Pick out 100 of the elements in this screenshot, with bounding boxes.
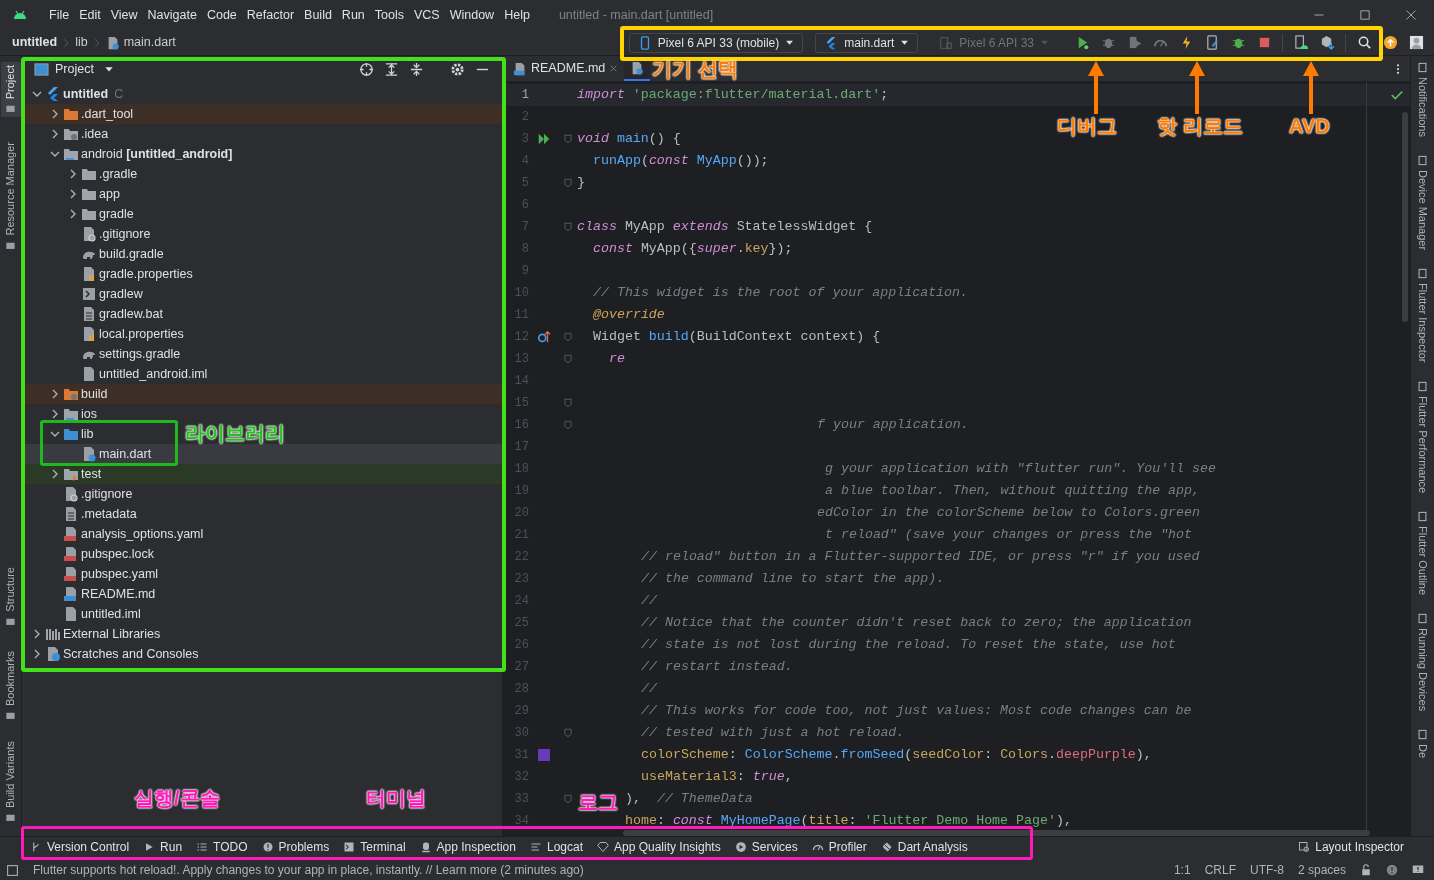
caret-icon[interactable] — [103, 64, 114, 74]
tree-item[interactable]: .metadata — [47, 506, 137, 522]
tree-item[interactable]: README.md — [47, 586, 156, 602]
menu-item[interactable]: Help — [499, 5, 535, 25]
tree-item[interactable]: untitled — [29, 86, 109, 102]
tool-icon — [1417, 612, 1428, 624]
status-widget[interactable]: CRLF — [1204, 861, 1236, 879]
menu-item[interactable]: Refactor — [241, 5, 300, 25]
side-tool-tab[interactable]: Resource Manager — [0, 139, 21, 254]
menu-item[interactable]: Window — [444, 5, 500, 25]
tree-item[interactable]: gradle — [65, 206, 134, 222]
menu-item[interactable]: Edit — [74, 5, 106, 25]
file-icon — [81, 226, 97, 242]
side-tool-tab[interactable]: Structure — [0, 564, 21, 630]
window-title: untitled - main.dart [untitled] — [558, 6, 714, 24]
menu-item[interactable]: View — [105, 5, 143, 25]
breadcrumb-item[interactable]: lib — [75, 33, 88, 52]
status-widget[interactable]: UTF-8 — [1249, 861, 1284, 879]
expand-all-icon[interactable] — [384, 61, 399, 77]
side-tool-tab[interactable]: Flutter Inspector — [1414, 268, 1431, 363]
tree-item[interactable]: untitled.iml — [47, 606, 141, 622]
menu-item[interactable]: Code — [201, 5, 242, 25]
side-tool-tab[interactable]: Bookmarks — [0, 647, 21, 724]
side-tool-tab[interactable]: De — [1414, 728, 1431, 758]
tree-item[interactable]: gradle.properties — [65, 266, 193, 282]
side-tool-tab[interactable]: Notifications — [1414, 62, 1431, 137]
tree-item[interactable]: Scratches and Consoles — [29, 646, 199, 662]
tool-window-button[interactable]: App Quality Insights — [597, 839, 721, 855]
tool-window-button[interactable]: App Inspection — [419, 839, 516, 855]
tree-item[interactable]: ios — [47, 406, 97, 422]
menu-item[interactable]: VCS — [409, 5, 445, 25]
lock-icon[interactable] — [1360, 864, 1372, 876]
tool-window-button[interactable]: Layout Inspector — [1298, 839, 1404, 855]
tree-item[interactable]: .gitignore — [47, 486, 133, 502]
tree-item[interactable]: gradlew.bat — [65, 306, 163, 322]
run-config-dropdown[interactable]: main.dart — [815, 32, 919, 53]
yaml-file-icon — [63, 546, 79, 562]
tool-window-button[interactable]: Run — [143, 839, 183, 855]
tool-window-button[interactable]: Dart Analysis — [880, 839, 968, 855]
breadcrumb-item[interactable]: main.dart — [123, 33, 176, 52]
tree-item[interactable]: build — [47, 386, 108, 402]
tree-item[interactable]: .gitignore — [65, 226, 151, 242]
alert-icon[interactable] — [1386, 864, 1398, 876]
tool-icon — [1417, 510, 1428, 522]
code-line: const MyApp({super.key}); — [593, 240, 793, 259]
breadcrumb-item[interactable]: untitled — [12, 33, 58, 52]
tool-window-button[interactable]: Problems — [261, 839, 330, 855]
panel-toggle-icon[interactable] — [6, 863, 19, 877]
device-dropdown[interactable]: Pixel 6 API 33 (mobile) — [628, 32, 804, 53]
folder-icon — [63, 426, 79, 442]
tree-item[interactable]: lib — [47, 426, 94, 442]
tree-item[interactable]: build.gradle — [65, 246, 164, 262]
close-icon[interactable] — [609, 64, 619, 73]
search-icon — [1356, 35, 1372, 50]
tool-window-button[interactable]: Terminal — [343, 839, 406, 855]
tool-window-button[interactable]: Services — [734, 839, 798, 855]
message-icon[interactable] — [1412, 864, 1424, 876]
tree-item[interactable]: settings.gradle — [65, 346, 181, 362]
collapse-all-icon[interactable] — [409, 61, 424, 77]
settings-icon[interactable] — [450, 61, 465, 77]
annotation-label: 디버그 — [1057, 117, 1117, 136]
menu-item[interactable]: File — [44, 5, 75, 25]
code-line: colorScheme: ColorScheme.fromSeed(seedColor: Colors.deepPurple), — [641, 746, 1152, 765]
tree-item[interactable]: .gradle — [65, 166, 138, 182]
side-tool-tab[interactable]: Build Variants — [0, 737, 21, 826]
tree-item[interactable]: .idea — [47, 126, 109, 142]
menu-item[interactable]: Navigate — [142, 5, 202, 25]
menu-item[interactable]: Run — [336, 5, 370, 25]
side-tool-tab[interactable]: Flutter Outline — [1414, 510, 1431, 595]
menu-item[interactable]: Tools — [369, 5, 409, 25]
side-tool-tab[interactable]: Flutter Performance — [1414, 380, 1431, 493]
tree-item[interactable]: android [untitled_android] — [47, 146, 233, 162]
tree-item[interactable]: External Libraries — [29, 626, 161, 642]
scrollbar-thumb[interactable] — [623, 830, 1370, 836]
tree-item[interactable]: local.properties — [65, 326, 184, 342]
tree-item[interactable]: gradlew — [65, 286, 143, 302]
tool-window-button[interactable]: Logcat — [529, 839, 583, 855]
tree-item[interactable]: main.dart — [65, 446, 152, 462]
side-tool-tab[interactable]: Running Devices — [1414, 612, 1431, 711]
file-icon — [63, 606, 79, 622]
scrollbar-thumb[interactable] — [1402, 112, 1408, 322]
editor-tab[interactable]: README.md — [507, 56, 625, 81]
target-icon[interactable] — [359, 61, 374, 77]
side-tool-tab[interactable]: Device Manager — [1414, 154, 1431, 250]
tree-item[interactable]: .dart_tool — [47, 106, 134, 122]
tree-item[interactable]: analysis_options.yaml — [47, 526, 204, 542]
tree-item[interactable]: app — [65, 186, 120, 202]
tree-item[interactable]: untitled_android.iml — [65, 366, 208, 382]
tool-window-button[interactable]: Version Control — [30, 839, 130, 855]
menu-item[interactable]: Build — [299, 5, 337, 25]
side-tool-tab[interactable]: Project — [0, 62, 21, 118]
panel-title: Project — [55, 60, 94, 78]
color-swatch[interactable] — [538, 749, 550, 761]
status-widget[interactable]: 2 spaces — [1297, 861, 1346, 879]
tree-item[interactable]: test — [47, 466, 102, 482]
tree-item[interactable]: pubspec.lock — [47, 546, 154, 562]
tool-window-button[interactable]: Profiler — [811, 839, 867, 855]
status-widget[interactable]: 1:1 — [1173, 861, 1191, 879]
tool-window-button[interactable]: TODO — [196, 839, 248, 855]
tree-item[interactable]: pubspec.yaml — [47, 566, 159, 582]
